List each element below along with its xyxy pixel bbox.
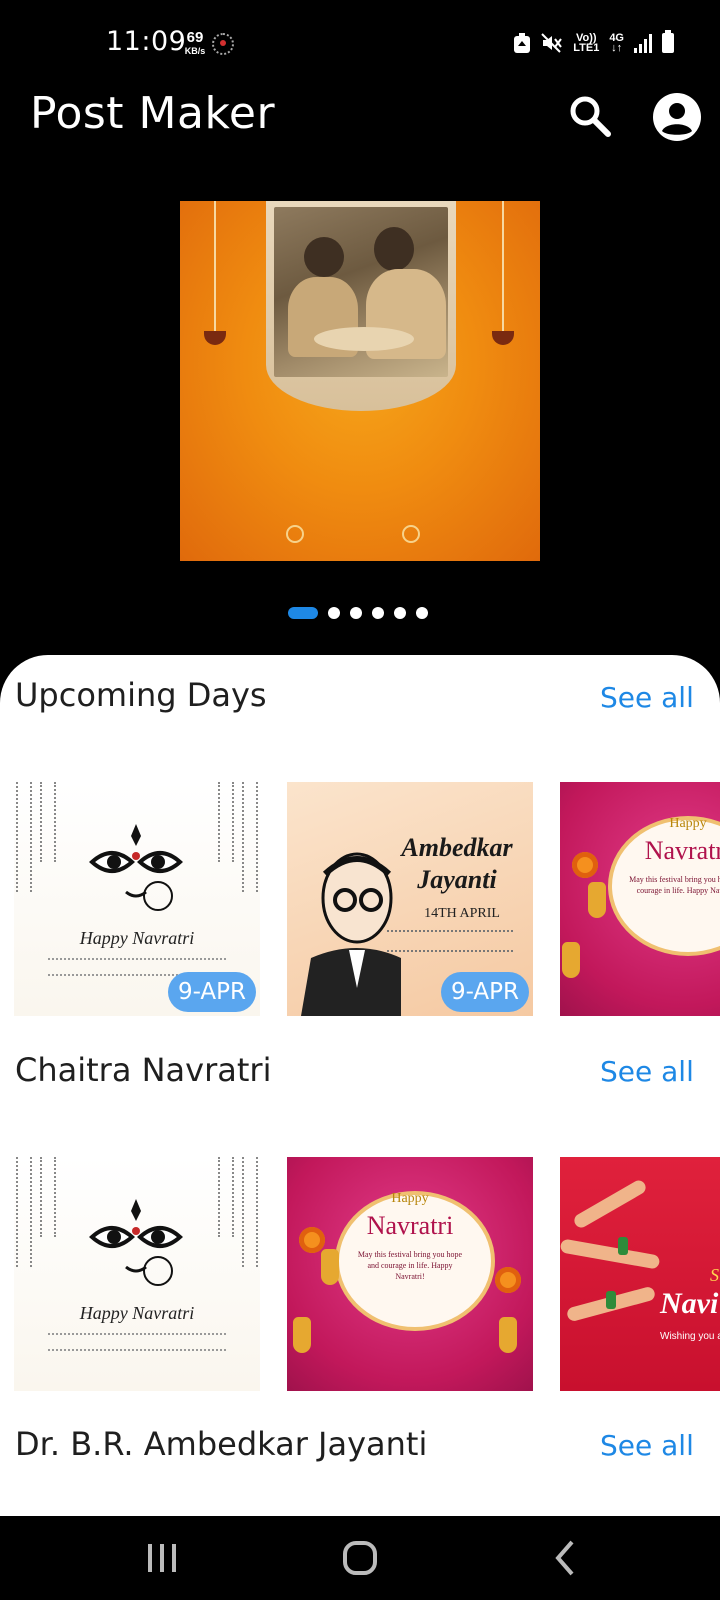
- network-type: 4G ↓↑: [609, 33, 624, 54]
- card-date: 14TH APRIL: [424, 906, 500, 921]
- carousel-dot[interactable]: [416, 607, 428, 619]
- app-title: Post Maker: [30, 88, 276, 139]
- card-happy-navratri-durga[interactable]: Happy Navratri 9-APR: [14, 782, 260, 1016]
- carousel-dot[interactable]: [350, 607, 362, 619]
- signal-icon: [634, 33, 652, 53]
- card-title: Ambedkar Jayanti: [387, 832, 527, 896]
- lantern-decoration: [293, 1317, 311, 1353]
- card-title-small: Su: [710, 1265, 720, 1285]
- back-icon: [555, 1540, 574, 1576]
- card-happy: Happy: [669, 816, 707, 831]
- hanging-lamp-right: [488, 201, 518, 345]
- card-subtitle: May this festival bring you hope and cou…: [629, 875, 720, 895]
- recycle-icon: [514, 33, 531, 53]
- card-title-line2: Jayanti: [417, 865, 497, 894]
- battery-icon: [662, 30, 674, 53]
- hanging-lamp-left: [200, 201, 230, 345]
- see-all-ambedkar-jayanti[interactable]: See all: [600, 1429, 694, 1462]
- card-body-text: [387, 930, 513, 952]
- ambedkar-portrait: [301, 852, 401, 1016]
- card-body-text: [48, 1333, 226, 1351]
- volte-label: Vo)) LTE1: [573, 33, 600, 54]
- network-speed-value: 69: [186, 29, 204, 46]
- card-title-line1: Ambedkar: [401, 833, 513, 862]
- content-sheet: Upcoming Days See all Happy Navratri 9-A…: [0, 655, 720, 1516]
- marigold-decoration: [299, 1227, 325, 1253]
- mute-icon: [541, 33, 563, 53]
- status-bar: 11:09 69 KB/s Vo)) LTE1 4G ↓↑: [0, 0, 720, 88]
- carousel-indicator: [288, 607, 428, 619]
- date-badge: 9-APR: [168, 972, 256, 1012]
- home-icon: [343, 1541, 377, 1575]
- profile-button[interactable]: [652, 92, 702, 142]
- card-title: Navratri: [644, 836, 720, 865]
- bangle: [606, 1291, 616, 1309]
- goddess-arm: [560, 1238, 661, 1270]
- section-title-chaitra-navratri: Chaitra Navratri: [15, 1051, 272, 1089]
- system-nav-bar: [0, 1516, 720, 1600]
- couple-photo: [274, 207, 448, 377]
- marigold-decoration: [572, 852, 598, 878]
- home-button[interactable]: [338, 1536, 382, 1580]
- goddess-arm: [571, 1177, 649, 1231]
- sync-icon: [212, 33, 234, 55]
- bangle: [618, 1237, 628, 1255]
- card-navratri-red[interactable]: Su Navi Wishing you a N faith, love, and…: [560, 1157, 720, 1391]
- lantern-decoration: [321, 1249, 339, 1285]
- carousel-dot[interactable]: [328, 607, 340, 619]
- card-title: Navi: [660, 1287, 719, 1320]
- durga-face-illustration: [89, 824, 183, 911]
- status-icons: Vo)) LTE1 4G ↓↑: [513, 28, 674, 58]
- recent-apps-icon: [148, 1544, 176, 1572]
- ornament-left: [286, 525, 304, 543]
- network-speed: 69 KB/s: [180, 30, 210, 56]
- see-all-upcoming-days[interactable]: See all: [600, 681, 694, 714]
- lantern-decoration: [588, 882, 606, 918]
- network-speed-unit: KB/s: [184, 46, 206, 56]
- recent-apps-button[interactable]: [140, 1536, 184, 1580]
- status-time: 11:09: [106, 26, 187, 57]
- back-button[interactable]: [544, 1536, 588, 1580]
- carousel-banner[interactable]: [180, 201, 540, 561]
- card-caption: Happy Navratri: [79, 1303, 195, 1323]
- volte-bottom: LTE1: [573, 42, 600, 54]
- lantern-decoration: [562, 942, 580, 978]
- card-happy: Happy: [391, 1191, 429, 1206]
- data-arrows-icon: ↓↑: [611, 42, 623, 54]
- search-button[interactable]: [566, 92, 614, 140]
- carousel-dot-active[interactable]: [288, 607, 318, 619]
- card-happy-navratri-pink[interactable]: Happy Navratri May this festival bring y…: [560, 782, 720, 1016]
- card-ambedkar-jayanti[interactable]: Ambedkar Jayanti 14TH APRIL 9-APR: [287, 782, 533, 1016]
- account-circle-icon: [653, 93, 701, 141]
- see-all-chaitra-navratri[interactable]: See all: [600, 1055, 694, 1088]
- photo-frame: [266, 201, 456, 411]
- ornament-right: [402, 525, 420, 543]
- card-caption: Happy Navratri: [79, 928, 195, 948]
- section-title-upcoming-days: Upcoming Days: [15, 676, 267, 714]
- carousel-dot[interactable]: [394, 607, 406, 619]
- date-badge: 9-APR: [441, 972, 529, 1012]
- section-title-ambedkar-jayanti: Dr. B.R. Ambedkar Jayanti: [15, 1425, 428, 1463]
- marigold-decoration: [495, 1267, 521, 1293]
- lantern-decoration: [499, 1317, 517, 1353]
- card-subtitle: May this festival bring you hope and cou…: [357, 1250, 463, 1281]
- durga-face-illustration: [89, 1199, 183, 1286]
- carousel-dot[interactable]: [372, 607, 384, 619]
- card-subtitle: Wishing you a N faith, love, and l: [660, 1331, 720, 1342]
- search-icon: [570, 96, 611, 137]
- card-happy-navratri-pink[interactable]: Happy Navratri May this festival bring y…: [287, 1157, 533, 1391]
- card-happy-navratri-durga[interactable]: Happy Navratri: [14, 1157, 260, 1391]
